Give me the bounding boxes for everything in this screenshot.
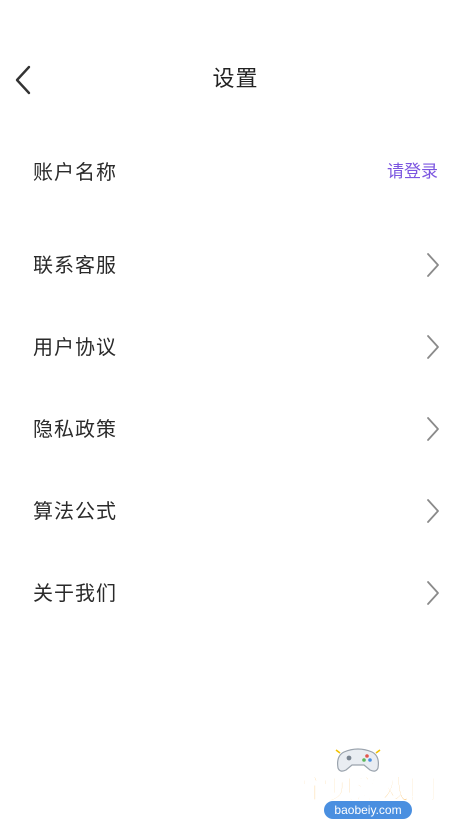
settings-row-user-agreement[interactable]: 用户协议 (0, 317, 471, 377)
settings-row-label: 关于我们 (33, 581, 117, 605)
page-title: 设置 (212, 67, 259, 92)
chevron-right-icon (427, 417, 439, 441)
login-link[interactable]: 请登录 (387, 142, 438, 202)
nav-bar: 设置 (0, 52, 471, 108)
settings-row-privacy-policy[interactable]: 隐私政策 (0, 399, 471, 459)
watermark-url: baobeiy.com (324, 801, 412, 819)
chevron-right-icon (427, 499, 439, 523)
settings-row-label: 隐私政策 (33, 417, 117, 441)
chevron-right-icon (427, 253, 439, 277)
watermark-logo: 宝贝游戏网 baobeiy.com (290, 742, 450, 834)
settings-row-label: 用户协议 (33, 335, 117, 359)
settings-row-label: 账户名称 (33, 160, 117, 184)
settings-row-about-us[interactable]: 关于我们 (0, 563, 471, 623)
settings-row-account-name[interactable]: 账户名称 请登录 (0, 142, 471, 202)
settings-row-contact-support[interactable]: 联系客服 (0, 235, 471, 295)
settings-row-label: 联系客服 (33, 253, 117, 277)
chevron-right-icon (427, 581, 439, 605)
settings-row-label: 算法公式 (33, 499, 117, 523)
chevron-right-icon (427, 335, 439, 359)
settings-row-algorithm-formula[interactable]: 算法公式 (0, 481, 471, 541)
